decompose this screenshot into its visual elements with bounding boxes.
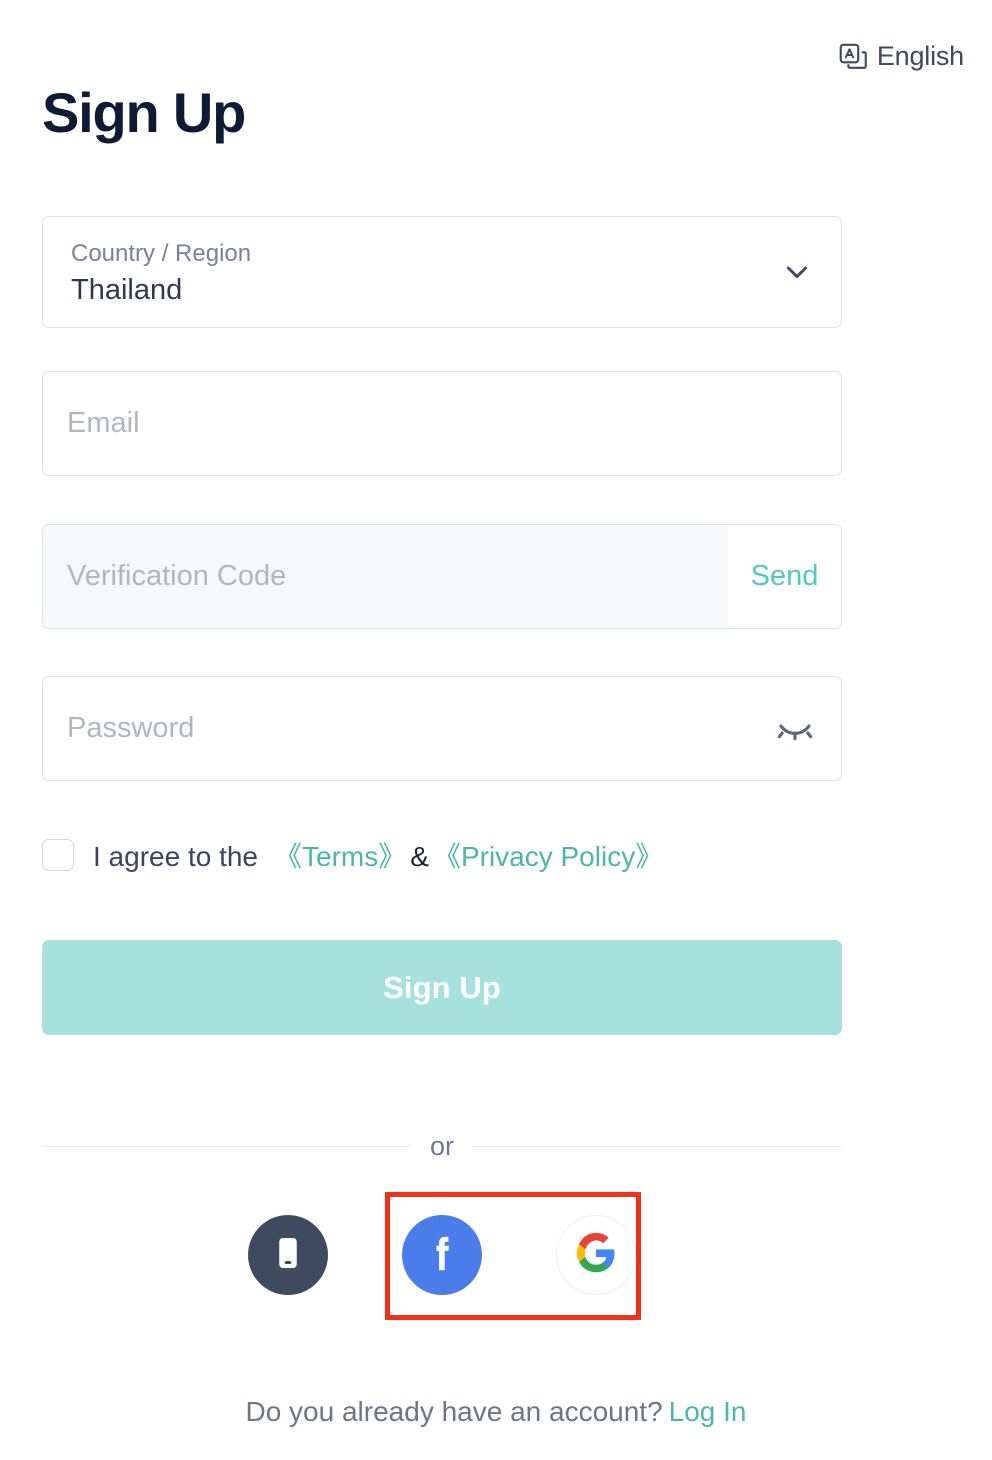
verification-code-field[interactable]: Verification Code Send [42, 524, 842, 629]
mobile-phone-icon [267, 1232, 309, 1279]
page-title: Sign Up [42, 81, 246, 144]
verification-code-input[interactable]: Verification Code [43, 525, 728, 628]
or-divider: or [42, 1131, 843, 1162]
country-region-select[interactable]: Country / Region Thailand [42, 216, 842, 328]
social-login-google[interactable] [556, 1215, 636, 1295]
password-field[interactable]: Password [42, 676, 842, 781]
agreement-text: I agree to the 《Terms》 & 《Privacy Policy》 [93, 835, 663, 875]
country-region-value: Thailand [71, 274, 183, 306]
verification-code-placeholder: Verification Code [67, 560, 287, 592]
chevron-down-icon [781, 256, 813, 288]
email-field[interactable]: Email [42, 371, 842, 476]
social-login-facebook[interactable] [402, 1215, 482, 1295]
google-icon [575, 1232, 617, 1279]
divider-line-left [42, 1146, 412, 1147]
agreement-separator: & [410, 841, 429, 872]
social-login-row [42, 1207, 842, 1303]
agree-checkbox[interactable] [42, 839, 74, 871]
translate-icon [838, 42, 868, 72]
email-placeholder: Email [67, 407, 140, 439]
login-prompt-question: Do you already have an account? [245, 1396, 663, 1427]
language-label: English [876, 41, 964, 71]
eye-off-icon[interactable] [775, 709, 815, 749]
country-region-label: Country / Region [71, 240, 252, 267]
signup-button[interactable]: Sign Up [42, 940, 842, 1035]
send-code-button[interactable]: Send [728, 525, 841, 628]
language-selector[interactable]: English [838, 41, 964, 72]
login-prompt: Do you already have an account? Log In [0, 1396, 992, 1428]
terms-link[interactable]: 《Terms》 [274, 841, 406, 872]
login-link[interactable]: Log In [669, 1396, 747, 1427]
facebook-icon [419, 1230, 465, 1281]
agreement-label: I agree to the [93, 841, 259, 872]
divider-label: or [430, 1131, 455, 1161]
signup-page: English Sign Up Country / Region Thailan… [0, 0, 992, 1460]
password-placeholder: Password [67, 712, 195, 744]
divider-line-right [472, 1146, 843, 1147]
privacy-policy-link[interactable]: 《Privacy Policy》 [433, 841, 663, 872]
social-login-phone[interactable] [248, 1215, 328, 1295]
agreement-row: I agree to the 《Terms》 & 《Privacy Policy》 [42, 832, 842, 878]
